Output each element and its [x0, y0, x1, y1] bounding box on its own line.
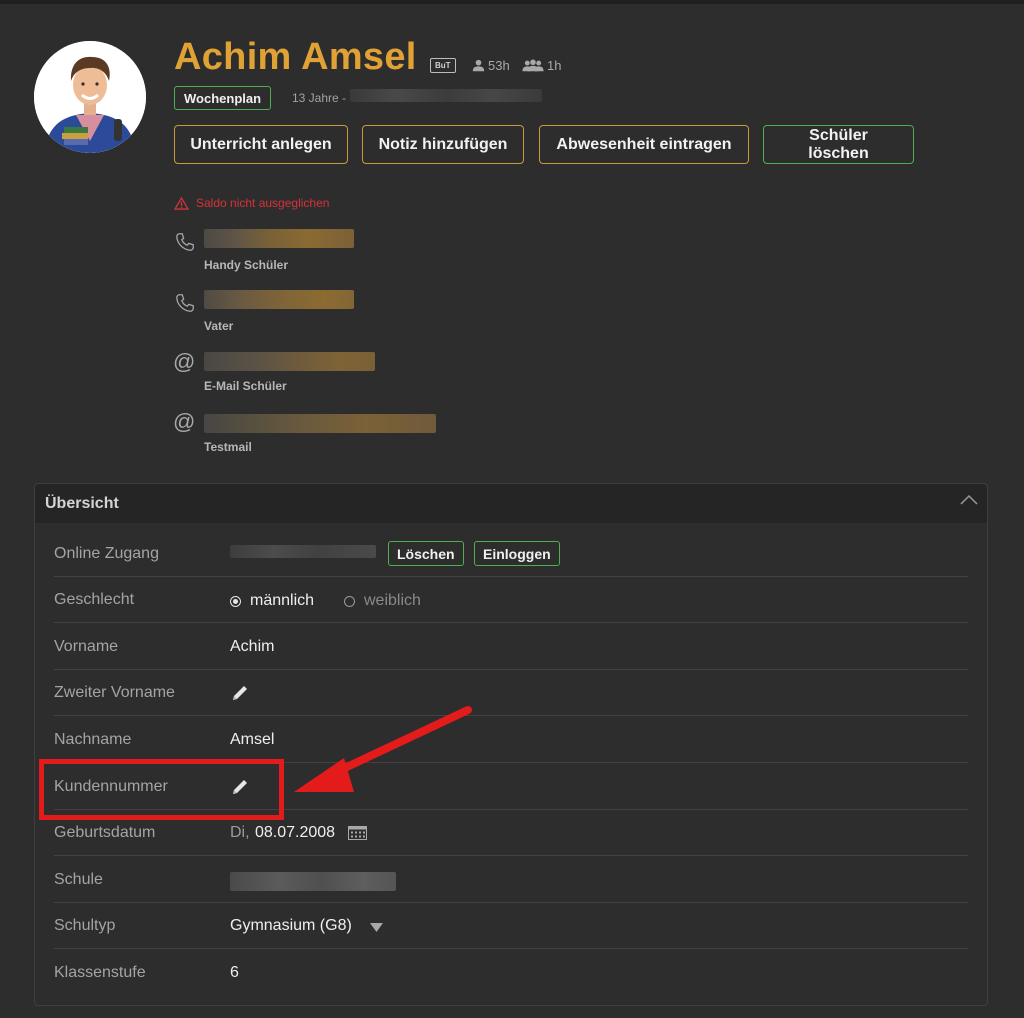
- row-school-type: Schultyp Gymnasium (G8): [54, 903, 968, 949]
- warning-icon: [174, 196, 189, 210]
- gender-label: Geschlecht: [54, 591, 135, 608]
- chevron-up-icon[interactable]: [959, 494, 979, 506]
- balance-warning-text: Saldo nicht ausgeglichen: [196, 196, 330, 210]
- balance-warning: Saldo nicht ausgeglichen: [174, 196, 329, 210]
- grade-label: Klassenstufe: [54, 964, 146, 981]
- row-second-name: Zweiter Vorname: [54, 670, 968, 716]
- redacted-phone-1: [204, 229, 354, 248]
- group-lessons-stat: 1h: [522, 58, 561, 73]
- delete-student-button[interactable]: Schüler löschen: [763, 125, 914, 164]
- row-gender: Geschlecht männlich weiblich: [54, 577, 968, 623]
- row-first-name: Vorname Achim: [54, 624, 968, 670]
- last-name-value[interactable]: Amsel: [230, 731, 274, 749]
- row-last-name: Nachname Amsel: [54, 717, 968, 763]
- contact-label-1: Handy Schüler: [204, 258, 289, 272]
- online-access-label: Online Zugang: [54, 545, 159, 562]
- row-school: Schule: [54, 857, 968, 903]
- gender-male-label: männlich: [250, 592, 315, 609]
- single-lessons-hours: 53h: [488, 58, 510, 73]
- grade-value[interactable]: 6: [230, 964, 239, 982]
- wochenplan-tag[interactable]: Wochenplan: [174, 86, 272, 110]
- radio-unselected-icon: [344, 595, 355, 607]
- but-badge: BuT: [430, 58, 456, 73]
- student-avatar: [34, 41, 146, 153]
- redacted-email-2: [204, 414, 436, 433]
- phone-icon: [176, 294, 194, 312]
- contact-label-4: Testmail: [204, 440, 252, 454]
- at-icon: @: [173, 349, 196, 374]
- calendar-icon[interactable]: [348, 826, 367, 840]
- row-online-access: Online Zugang Löschen Einloggen: [54, 531, 968, 577]
- overview-header[interactable]: Übersicht: [35, 484, 987, 523]
- add-absence-button[interactable]: Abwesenheit eintragen: [539, 125, 749, 164]
- redacted-email-1: [204, 352, 375, 371]
- row-grade: Klassenstufe 6: [54, 950, 968, 996]
- annotation-arrow: [294, 706, 472, 792]
- top-bar: [0, 0, 1024, 4]
- caret-down-icon[interactable]: [370, 923, 383, 932]
- birthdate-value[interactable]: 08.07.2008: [255, 824, 335, 842]
- person-icon: [472, 59, 485, 72]
- redacted-school: [230, 872, 396, 891]
- gender-female-radio[interactable]: weiblich: [344, 592, 421, 610]
- second-name-label: Zweiter Vorname: [54, 684, 175, 701]
- add-lesson-button[interactable]: Unterricht anlegen: [174, 125, 348, 164]
- school-label: Schule: [54, 871, 103, 888]
- contact-label-2: Vater: [204, 319, 234, 333]
- single-lessons-stat: 53h: [472, 58, 510, 73]
- first-name-value[interactable]: Achim: [230, 638, 274, 656]
- login-button[interactable]: Einloggen: [474, 541, 560, 566]
- at-icon: @: [173, 409, 196, 434]
- gender-male-radio[interactable]: männlich: [230, 592, 314, 610]
- gender-female-label: weiblich: [364, 592, 421, 609]
- group-icon: [522, 59, 544, 72]
- student-name: Achim Amsel: [174, 36, 417, 78]
- group-lessons-hours: 1h: [547, 58, 562, 73]
- contact-label-3: E-Mail Schüler: [204, 379, 287, 393]
- birthdate-label: Geburtsdatum: [54, 824, 156, 841]
- redacted-username: [230, 545, 376, 558]
- last-name-label: Nachname: [54, 731, 132, 748]
- add-note-button[interactable]: Notiz hinzufügen: [362, 125, 524, 164]
- school-type-select[interactable]: Gymnasium (G8): [230, 917, 352, 935]
- birthdate-weekday: Di,: [230, 824, 250, 841]
- overview-title: Übersicht: [45, 495, 119, 512]
- school-type-label: Schultyp: [54, 917, 116, 934]
- annotation-highlight-box: [39, 759, 284, 820]
- first-name-label: Vorname: [54, 638, 119, 655]
- redacted-phone-2: [204, 290, 354, 309]
- radio-selected-icon: [230, 595, 241, 607]
- pencil-icon[interactable]: [230, 683, 250, 703]
- redacted-birth-info: [350, 89, 542, 102]
- student-age: 13 Jahre -: [292, 91, 347, 105]
- delete-access-button[interactable]: Löschen: [388, 541, 464, 566]
- phone-icon: [176, 233, 194, 251]
